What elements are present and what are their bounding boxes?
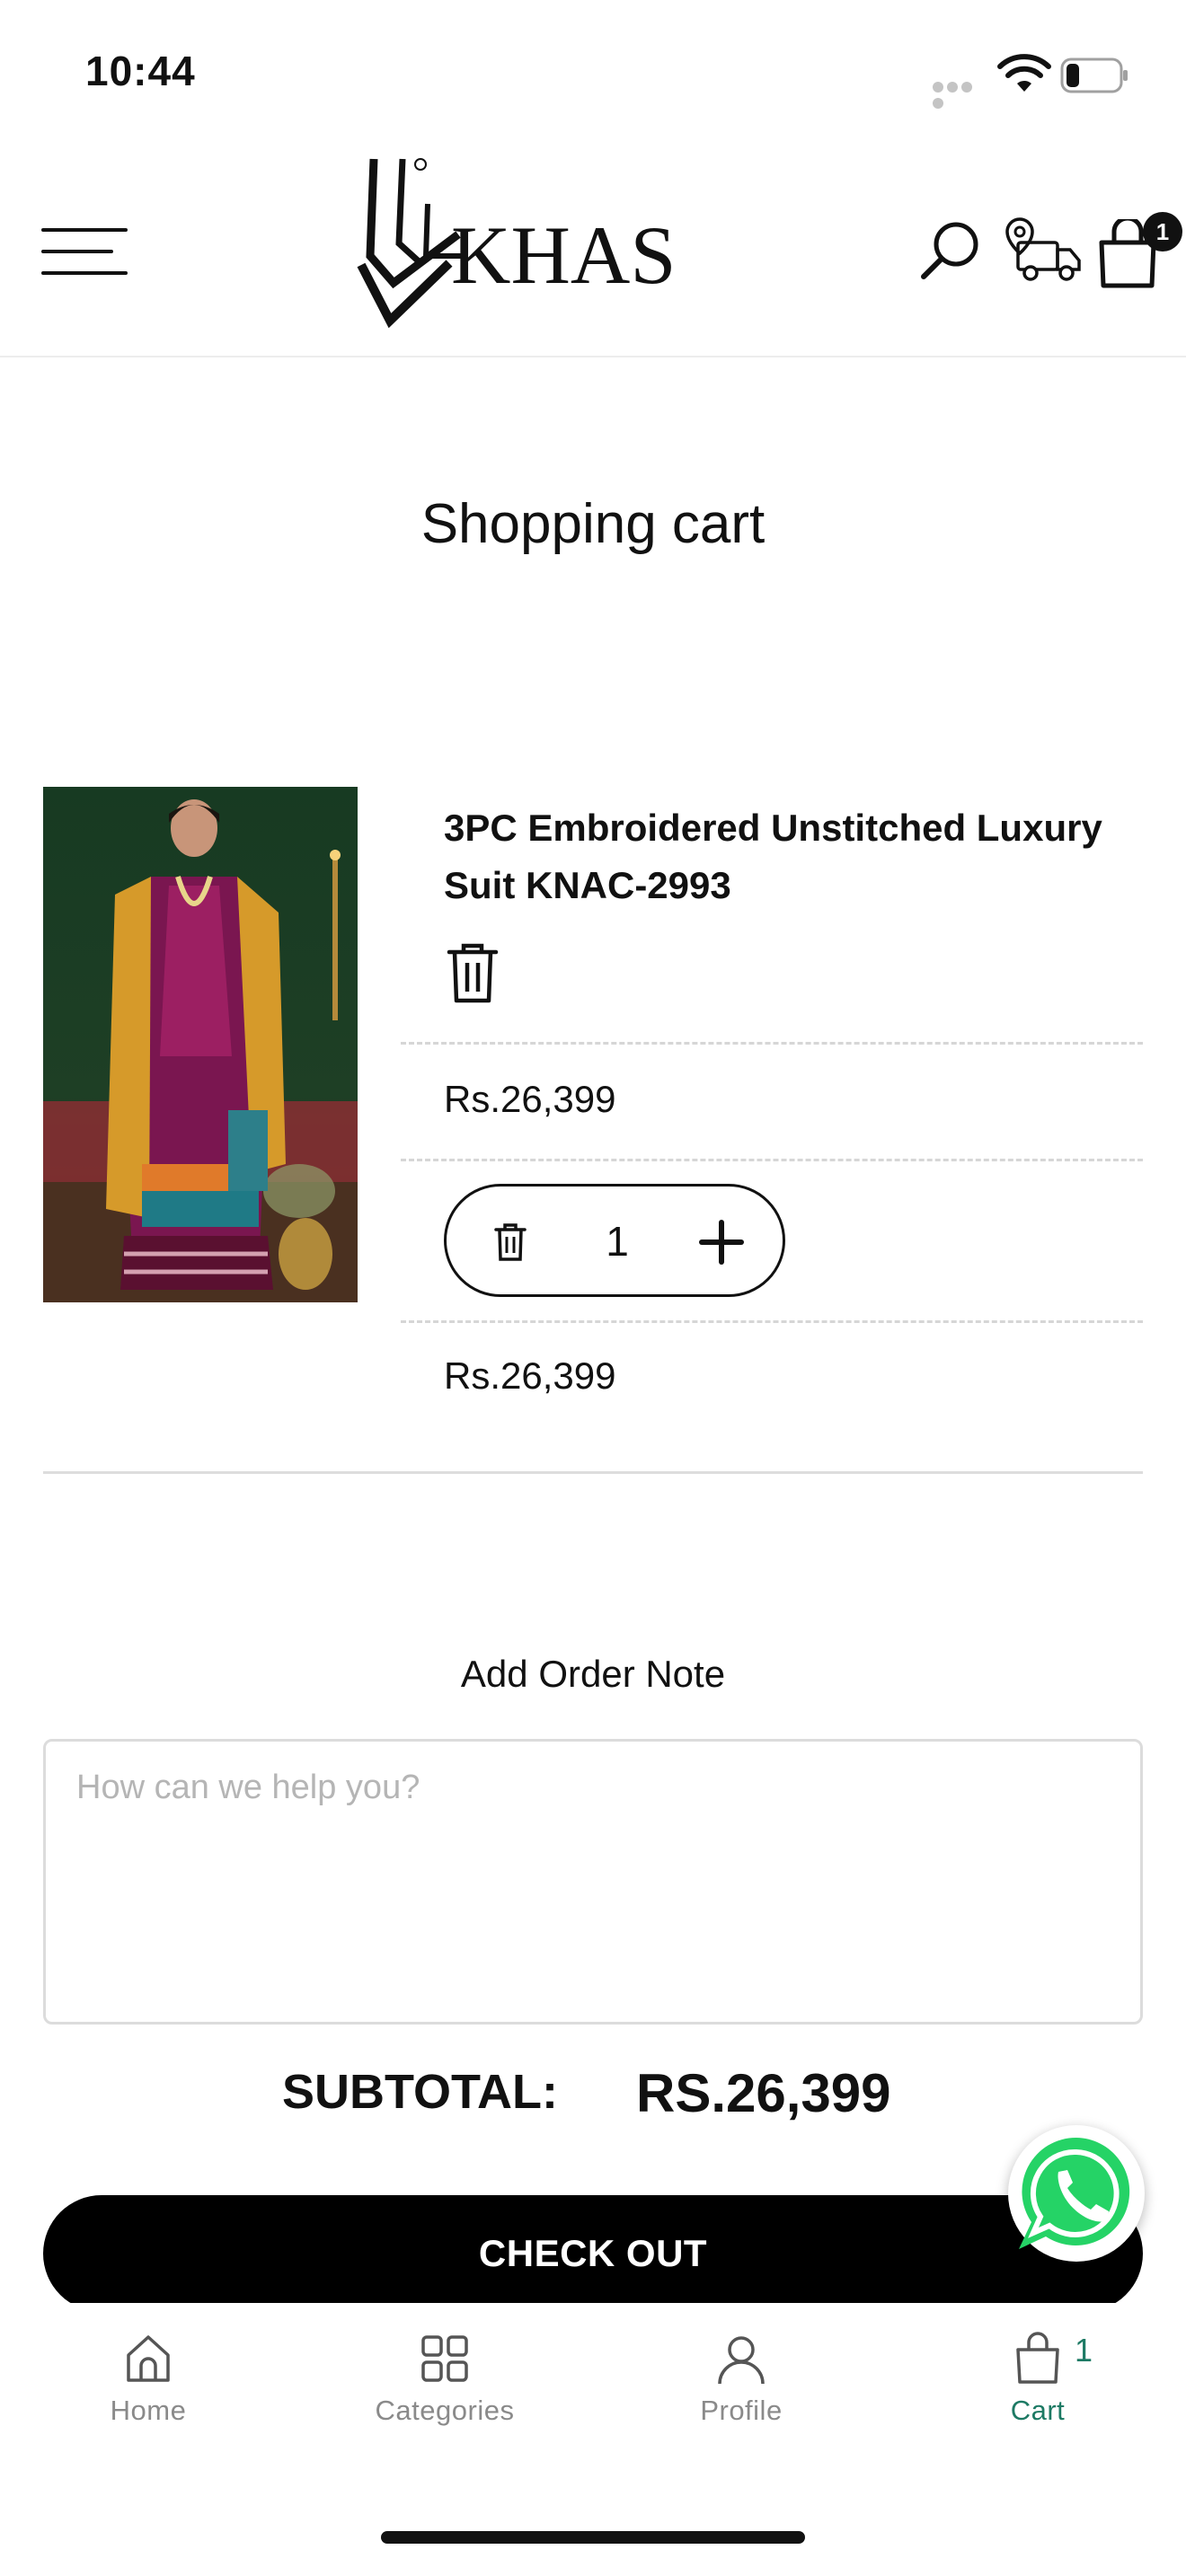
tab-home-label: Home: [110, 2395, 187, 2426]
tab-home[interactable]: Home: [40, 2332, 256, 2427]
signal-icon: [933, 81, 988, 109]
grid-icon: [421, 2335, 468, 2382]
svg-text:KHAS: KHAS: [451, 209, 676, 301]
trash-icon[interactable]: [444, 941, 501, 1006]
tab-cart[interactable]: Cart: [930, 2332, 1146, 2427]
order-note-field[interactable]: [43, 1739, 1143, 2025]
tab-profile[interactable]: Profile: [633, 2332, 849, 2427]
subtotal-value: RS.26,399: [636, 2063, 891, 2123]
decrease-remove-icon[interactable]: [493, 1222, 527, 1262]
brand-logo-mark: KHAS: [357, 158, 676, 329]
brand-logo[interactable]: KHAS: [350, 157, 710, 337]
tab-categories[interactable]: Categories: [337, 2332, 553, 2427]
home-indicator: [381, 2531, 805, 2544]
shopping-bag-icon: [1016, 2332, 1059, 2384]
tab-categories-label: Categories: [375, 2395, 515, 2426]
quantity-stepper: 1: [444, 1184, 785, 1297]
product-image[interactable]: [43, 787, 358, 1302]
divider-dashed: [401, 1042, 1143, 1045]
status-time: 10:44: [85, 48, 196, 94]
checkout-button[interactable]: CHECK OUT: [43, 2195, 1143, 2312]
search-icon[interactable]: [918, 217, 983, 282]
plus-icon[interactable]: [698, 1219, 745, 1266]
header-cart-button[interactable]: 1: [1096, 212, 1182, 288]
user-icon: [718, 2336, 765, 2385]
whatsapp-button[interactable]: [1008, 2125, 1145, 2262]
divider-dashed: [401, 1320, 1143, 1323]
unit-price: Rs.26,399: [444, 1078, 616, 1120]
whatsapp-icon: [1019, 2137, 1130, 2249]
menu-button[interactable]: [41, 223, 131, 280]
track-order-icon[interactable]: [1002, 216, 1083, 284]
product-name[interactable]: 3PC Embroidered Unstitched Luxury Suit K…: [444, 799, 1154, 914]
tab-profile-label: Profile: [700, 2395, 783, 2426]
page-title: Shopping cart: [420, 493, 766, 555]
home-icon: [127, 2335, 170, 2382]
quantity-value: 1: [606, 1218, 629, 1265]
item-divider: [43, 1471, 1143, 1474]
tab-cart-count: 1: [1075, 2332, 1093, 2369]
wifi-icon: [997, 54, 1051, 92]
order-note-title: Add Order Note: [460, 1653, 726, 1695]
cart-count-badge: 1: [1143, 212, 1182, 251]
subtotal-label: SUBTOTAL:: [282, 2065, 558, 2119]
divider-dashed: [401, 1159, 1143, 1161]
header-divider: [0, 356, 1186, 357]
line-total: Rs.26,399: [444, 1354, 616, 1397]
tab-cart-label: Cart: [1010, 2395, 1066, 2426]
battery-icon: [1060, 57, 1128, 93]
